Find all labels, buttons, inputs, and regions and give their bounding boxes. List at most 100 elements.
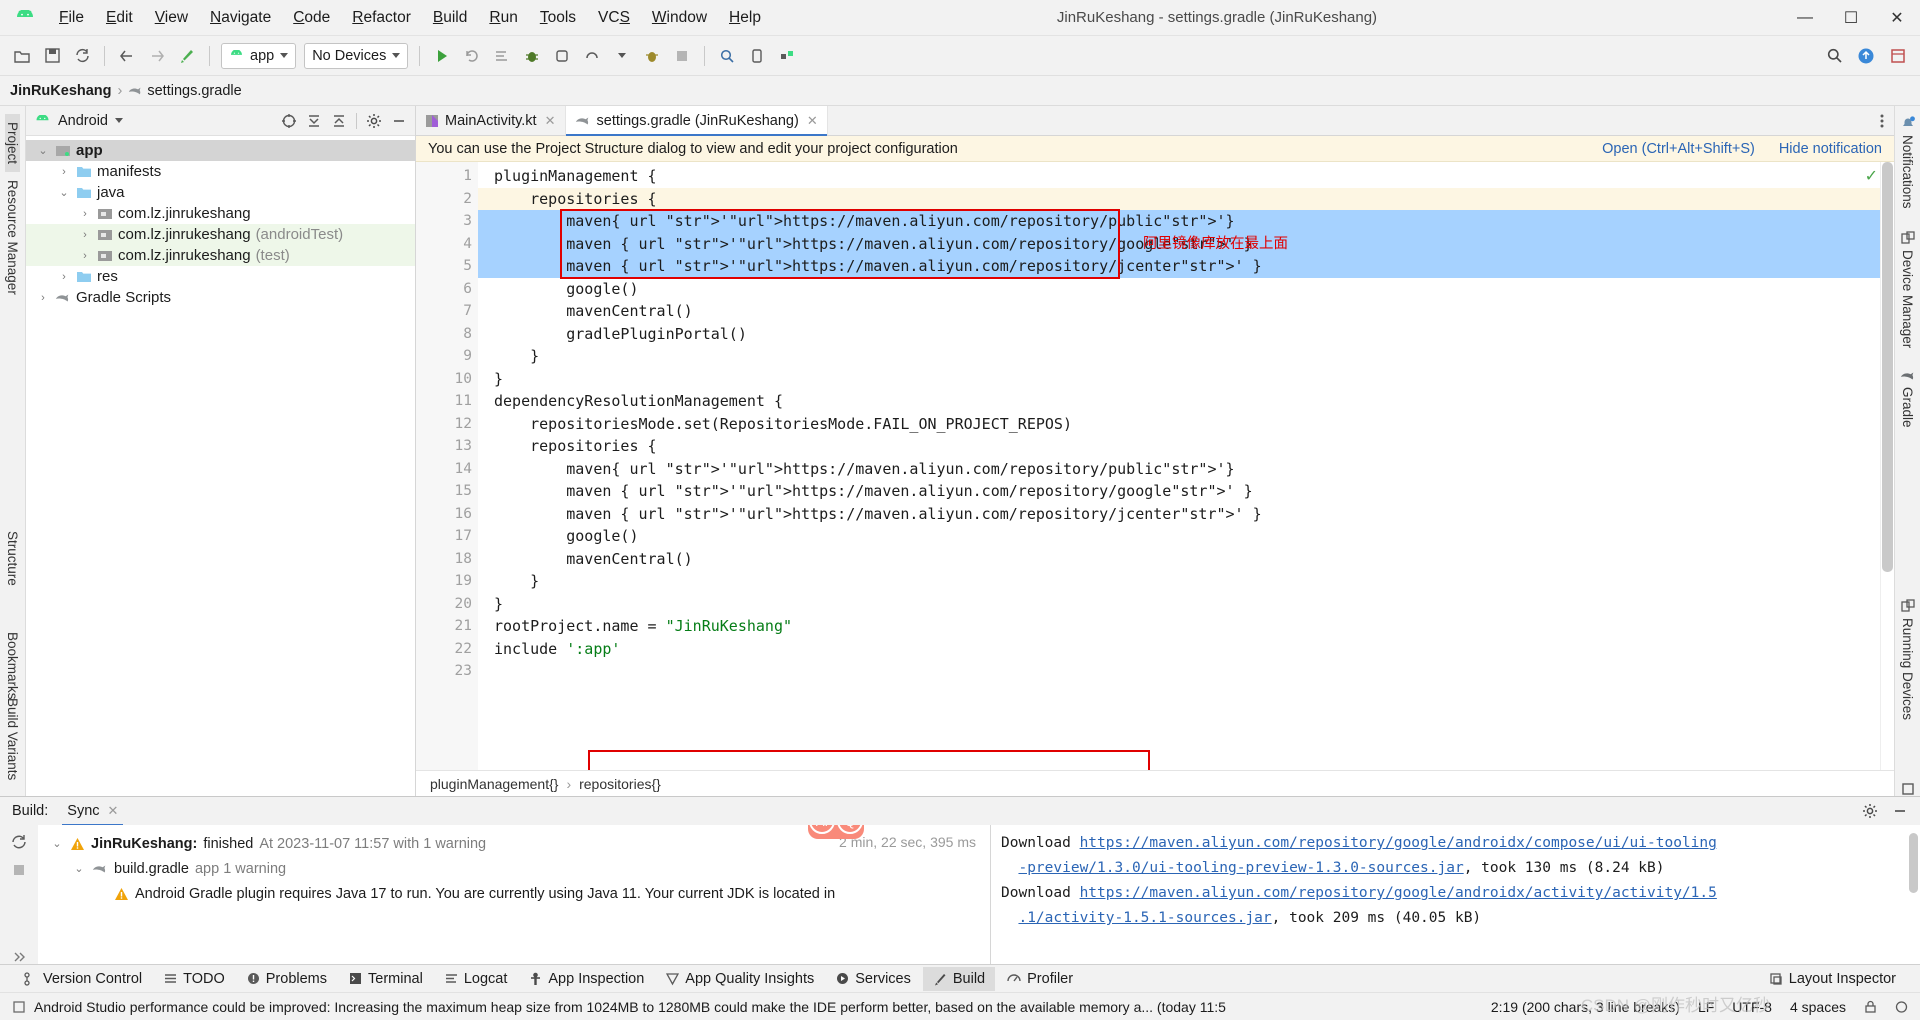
disclosure-arrow-icon[interactable]: › (36, 292, 50, 304)
disclosure-arrow-icon[interactable]: › (57, 271, 71, 283)
rail-item-notifications[interactable]: Notifications (1900, 116, 1915, 209)
restart-sync-icon[interactable] (10, 833, 28, 851)
tree-node-com-lz-jinrukeshang[interactable]: › com.lz.jinrukeshang (26, 203, 415, 224)
profile-icon[interactable] (578, 42, 606, 70)
code-line-17[interactable]: google() (478, 525, 1880, 548)
tree-node-com-lz-jinrukeshang[interactable]: › com.lz.jinrukeshang (test) (26, 245, 415, 266)
tool-window-version-control[interactable]: Version Control (14, 967, 152, 991)
tool-window-problems[interactable]: Problems (237, 967, 337, 991)
line-number-gutter[interactable]: 1⊖2⊖3456789⊖1011⊖1213⊖141516171819⊖20212… (416, 162, 487, 770)
ai-assistant-badge[interactable]: AI Q (808, 825, 864, 839)
editor-crumb-1[interactable]: repositories{} (579, 776, 661, 792)
rerun-icon[interactable] (458, 42, 486, 70)
line-number-9[interactable]: 9⊖ (416, 345, 486, 368)
line-number-21[interactable]: 21 (416, 615, 478, 638)
back-arrow-icon[interactable] (113, 42, 141, 70)
code-line-11[interactable]: dependencyResolutionManagement { (478, 390, 1880, 413)
code-line-16[interactable]: maven { url "str">'"url">https://maven.a… (478, 503, 1880, 526)
sync-icon[interactable] (68, 42, 96, 70)
module-selector[interactable]: app (221, 42, 297, 69)
editor-tab-options[interactable] (1870, 106, 1894, 135)
open-project-structure-link[interactable]: Open (Ctrl+Alt+Shift+S) (1602, 141, 1755, 157)
editor-scrollbar[interactable] (1882, 162, 1893, 572)
build-tab-sync[interactable]: Sync ✕ (62, 800, 124, 826)
expand-panel-icon[interactable] (12, 950, 26, 964)
event-log-icon[interactable] (12, 1000, 26, 1014)
run-icon[interactable] (428, 42, 456, 70)
close-icon[interactable]: ✕ (807, 113, 818, 129)
lock-icon[interactable] (1864, 1000, 1877, 1014)
tree-node-manifests[interactable]: › manifests (26, 161, 415, 182)
disclosure-arrow-icon[interactable]: ⌄ (57, 186, 71, 199)
log-link[interactable]: https://maven.aliyun.com/repository/goog… (1080, 885, 1717, 901)
line-separator[interactable]: LF (1698, 999, 1714, 1015)
sdk-manager-icon[interactable] (773, 42, 801, 70)
menu-refactor[interactable]: Refactor (341, 5, 422, 31)
select-opened-file-icon[interactable] (281, 113, 297, 129)
log-link[interactable]: https://maven.aliyun.com/repository/goog… (1080, 835, 1717, 851)
caret-position[interactable]: 2:19 (200 chars, 3 line breaks) (1491, 999, 1680, 1015)
indent-setting[interactable]: 4 spaces (1790, 999, 1846, 1015)
code-line-9[interactable]: } (478, 345, 1880, 368)
menu-file[interactable]: File (48, 5, 95, 31)
expand-all-icon[interactable] (306, 113, 322, 129)
avd-manager-icon[interactable] (743, 42, 771, 70)
disclosure-arrow-icon[interactable]: › (57, 166, 71, 178)
disclosure-arrow-icon[interactable]: ⌄ (36, 144, 50, 157)
tool-window-profiler[interactable]: Profiler (997, 967, 1083, 991)
tool-window-build[interactable]: Build (922, 966, 996, 991)
build-log-scrollbar[interactable] (1909, 833, 1918, 893)
code-line-7[interactable]: mavenCentral() (478, 300, 1880, 323)
code-line-18[interactable]: mavenCentral() (478, 548, 1880, 571)
build-tree-row[interactable]: ⌄ build.gradle app 1 warning (44, 856, 990, 881)
close-button[interactable]: ✕ (1874, 0, 1920, 36)
line-number-14[interactable]: 14 (416, 458, 478, 481)
line-number-18[interactable]: 18 (416, 548, 478, 571)
tab-mainactivity-kt[interactable]: MainActivity.kt ✕ (416, 106, 566, 135)
code-content[interactable]: 阿里镜像库放在最上面 阿里镜像库放在最上面 pluginManagement {… (478, 162, 1880, 770)
minimize-button[interactable]: — (1782, 0, 1828, 36)
hide-notification-link[interactable]: Hide notification (1779, 141, 1882, 157)
disclosure-arrow-icon[interactable]: › (78, 208, 92, 220)
file-encoding[interactable]: UTF-8 (1732, 999, 1772, 1015)
line-number-20[interactable]: 20 (416, 593, 478, 616)
disclosure-arrow-icon[interactable]: ⌄ (50, 837, 64, 850)
menu-navigate[interactable]: Navigate (199, 5, 282, 31)
project-view-selector-label[interactable]: Android (58, 113, 108, 129)
menu-vcs[interactable]: VCS (587, 5, 641, 31)
rail-item-device-manager[interactable]: Device Manager (1900, 230, 1915, 348)
line-number-3[interactable]: 3 (416, 210, 478, 233)
breadcrumb-project[interactable]: JinRuKeshang (10, 83, 112, 99)
line-number-4[interactable]: 4 (416, 233, 478, 256)
gear-icon[interactable] (366, 113, 382, 129)
menu-view[interactable]: View (144, 5, 199, 31)
disclosure-arrow-icon[interactable]: › (78, 229, 92, 241)
status-message[interactable]: Android Studio performance could be impr… (34, 999, 1226, 1015)
rail-item-resource-manager[interactable]: Resource Manager (5, 172, 20, 303)
forward-arrow-icon[interactable] (143, 42, 171, 70)
tool-window-app-inspection[interactable]: App Inspection (519, 967, 654, 991)
line-number-7[interactable]: 7 (416, 300, 478, 323)
line-number-13[interactable]: 13⊖ (416, 435, 487, 458)
rail-item-build-variants[interactable]: Build Variants (5, 690, 20, 788)
line-number-1[interactable]: 1⊖ (416, 165, 486, 188)
code-line-14[interactable]: maven{ url "str">'"url">https://maven.al… (478, 458, 1880, 481)
update-icon[interactable] (1852, 42, 1880, 70)
line-number-17[interactable]: 17 (416, 525, 478, 548)
build-hammer-icon[interactable] (173, 42, 201, 70)
tool-window-services[interactable]: Services (826, 967, 921, 991)
code-line-1[interactable]: pluginManagement { (478, 165, 1880, 188)
tree-node-res[interactable]: › res (26, 266, 415, 287)
code-line-15[interactable]: maven { url "str">'"url">https://maven.a… (478, 480, 1880, 503)
line-number-19[interactable]: 19⊖ (416, 570, 487, 593)
menu-code[interactable]: Code (282, 5, 341, 31)
tool-window-layout-inspector[interactable]: Layout Inspector (1759, 967, 1906, 991)
line-number-2[interactable]: 2⊖ (416, 188, 486, 211)
collapse-all-icon[interactable] (331, 113, 347, 129)
tool-window-app-quality-insights[interactable]: App Quality Insights (656, 967, 824, 991)
tool-window-logcat[interactable]: Logcat (435, 967, 518, 991)
disclosure-arrow-icon[interactable]: › (78, 250, 92, 262)
line-number-6[interactable]: 6 (416, 278, 478, 301)
chevron-down-icon[interactable] (114, 118, 123, 123)
chevron-down-icon[interactable] (608, 42, 636, 70)
